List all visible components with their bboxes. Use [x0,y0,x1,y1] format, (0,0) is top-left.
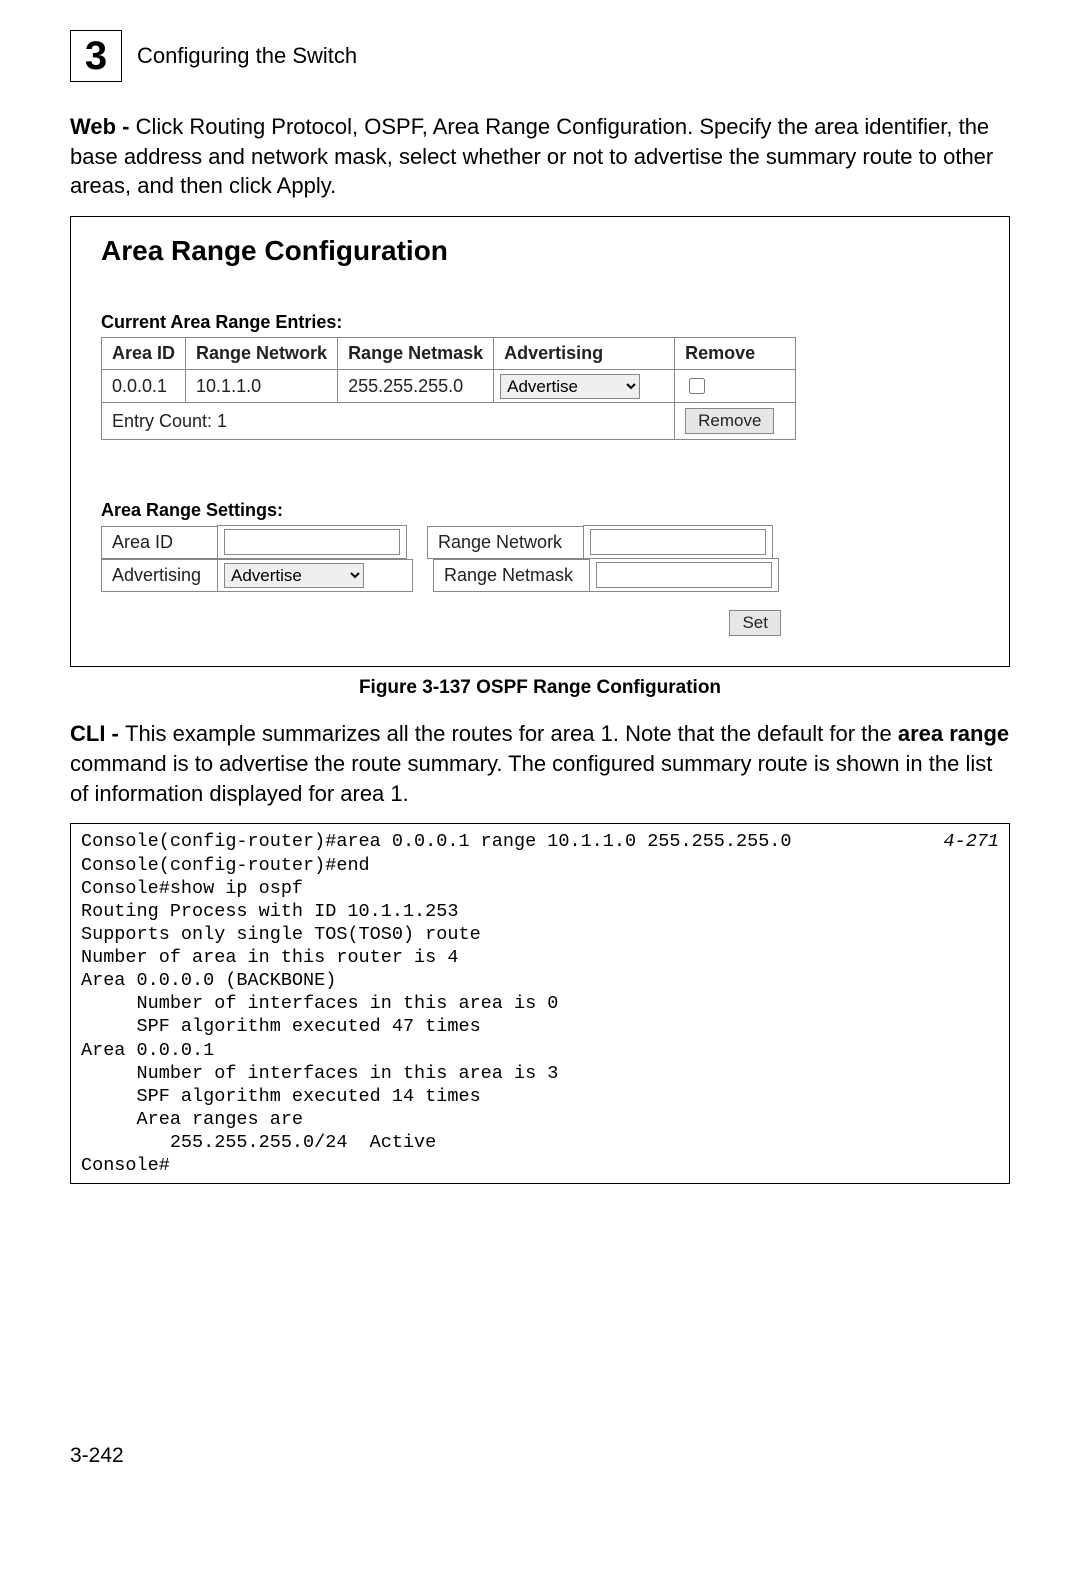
col-remove: Remove [675,338,796,370]
table-footer-row: Entry Count: 1 Remove [102,403,796,440]
area-id-cell [217,525,407,559]
area-id-label: Area ID [101,526,217,559]
cli-ref: 4-271 [943,830,999,853]
figure-title: Area Range Configuration [101,235,979,267]
cli-bold-term: area range [898,721,1009,746]
range-network-label: Range Network [427,526,583,559]
chapter-number: 3 [85,34,107,79]
set-button-row: Set [101,610,781,636]
range-network-input[interactable] [590,529,766,555]
cli-rest: Console(config-router)#end Console#show … [81,855,558,1177]
cli-intro-paragraph: CLI - This example summarizes all the ro… [70,719,1010,808]
cli-output: Console(config-router)#area 0.0.0.1 rang… [70,823,1010,1184]
set-button[interactable]: Set [729,610,781,636]
col-range-network: Range Network [186,338,338,370]
settings-advertising-select[interactable]: Advertise [224,563,364,588]
page-title: Configuring the Switch [137,43,357,69]
col-advertising: Advertising [494,338,675,370]
area-id-input[interactable] [224,529,400,555]
settings-row-1: Area ID Range Network [101,525,979,559]
range-netmask-input[interactable] [596,562,772,588]
advertising-cell: Advertise [217,559,413,592]
cli-part2: command is to advertise the route summar… [70,751,992,806]
entries-table: Area ID Range Network Range Netmask Adve… [101,337,796,440]
intro-text: Click Routing Protocol, OSPF, Area Range… [70,114,993,198]
intro-paragraph: Web - Click Routing Protocol, OSPF, Area… [70,112,1010,201]
settings-label: Area Range Settings: [101,500,979,521]
range-network-cell [583,525,773,559]
intro-lead: Web - [70,114,136,139]
cli-part1: This example summarizes all the routes f… [125,721,898,746]
entries-label: Current Area Range Entries: [101,312,979,333]
settings-area: Area Range Settings: Area ID Range Netwo… [101,500,979,636]
entry-count: Entry Count: 1 [102,403,675,440]
figure-caption: Figure 3-137 OSPF Range Configuration [70,677,1010,699]
range-netmask-cell [589,558,779,592]
cell-range-network: 10.1.1.0 [186,370,338,403]
range-netmask-label: Range Netmask [433,559,589,592]
cell-range-netmask: 255.255.255.0 [338,370,494,403]
table-row: 0.0.0.1 10.1.1.0 255.255.255.0 Advertise [102,370,796,403]
table-header-row: Area ID Range Network Range Netmask Adve… [102,338,796,370]
figure-box: Area Range Configuration Current Area Ra… [70,216,1010,667]
page-number: 3-242 [70,1444,1010,1468]
page-header: 3 Configuring the Switch [70,30,1010,82]
col-area-id: Area ID [102,338,186,370]
cell-remove [675,370,796,403]
remove-checkbox[interactable] [689,378,705,394]
advertising-select[interactable]: Advertise [500,374,640,399]
settings-row-2: Advertising Advertise Range Netmask [101,558,979,592]
cell-area-id: 0.0.0.1 [102,370,186,403]
cli-line1: Console(config-router)#area 0.0.0.1 rang… [81,831,792,852]
cli-lead: CLI - [70,721,125,746]
advertising-label: Advertising [101,559,217,592]
remove-button[interactable]: Remove [685,408,774,434]
remove-button-cell: Remove [675,403,796,440]
col-range-netmask: Range Netmask [338,338,494,370]
cell-advertising: Advertise [494,370,675,403]
chapter-number-icon: 3 [70,30,122,82]
